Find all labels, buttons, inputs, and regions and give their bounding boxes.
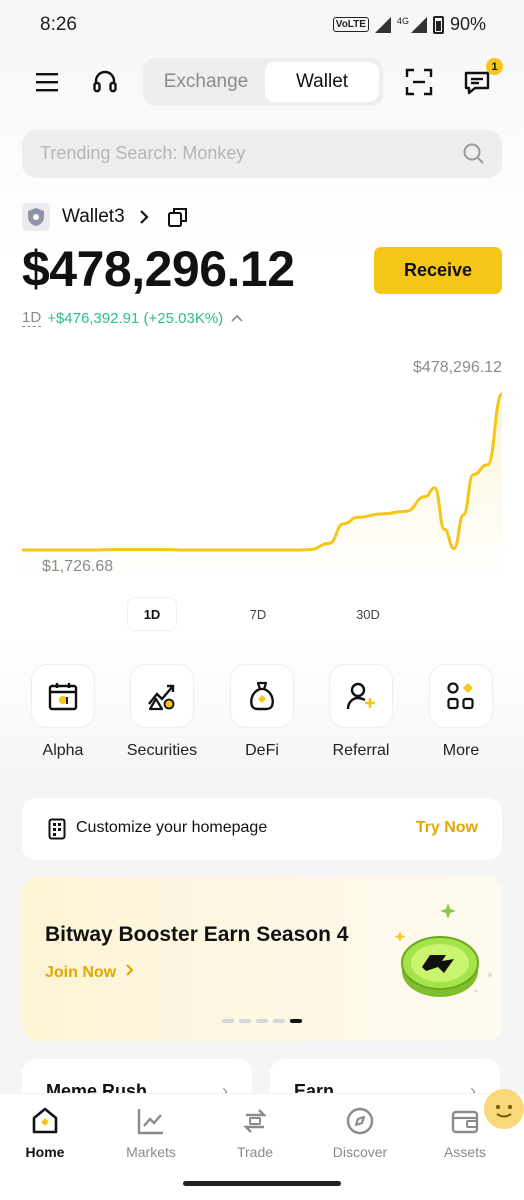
status-right: VoLTE 4G 90% [332, 14, 486, 35]
volte-indicator: VoLTE [332, 17, 369, 32]
network-type: 4G [396, 15, 409, 26]
customize-label: Customize your homepage [76, 819, 268, 836]
total-balance: $478,296.12 [22, 241, 295, 297]
chart-area [22, 394, 502, 580]
page-dot-active[interactable] [290, 1019, 302, 1023]
signal-icon [374, 16, 391, 33]
quick-action-alpha[interactable]: Alpha [18, 664, 108, 760]
nav-home[interactable]: Home [0, 1104, 90, 1160]
wallet-home-screen: 8:26 VoLTE 4G 90% Exchange Wallet 1 Tren… [0, 0, 524, 1200]
range-tab-30d[interactable]: 30D [344, 598, 392, 630]
scan-icon[interactable] [402, 65, 436, 99]
referral-user-plus-icon [346, 682, 375, 710]
battery-icon [432, 15, 444, 34]
quick-action-securities[interactable]: Securities [117, 664, 207, 760]
pnl-value: +$476,392.91 (+25.03K%) [47, 309, 224, 327]
securities-chart-icon [148, 684, 175, 711]
pnl-period[interactable]: 1D [22, 309, 42, 327]
quick-action-referral[interactable]: Referral [316, 664, 406, 760]
chevron-right-icon [139, 210, 149, 224]
signal-icon-2 [410, 16, 427, 33]
page-dot[interactable] [222, 1019, 234, 1023]
banner-pagination [222, 1019, 302, 1023]
join-now-link[interactable]: Join Now [45, 963, 135, 982]
booster-coin-icon [394, 903, 492, 997]
headset-icon[interactable] [88, 65, 122, 99]
wallet-name: Wallet3 [62, 206, 125, 227]
quick-action-label: More [442, 742, 480, 759]
wallet-avatar-icon [22, 203, 50, 231]
customize-icon [48, 818, 66, 840]
discover-compass-icon [346, 1107, 374, 1135]
customize-homepage-card[interactable]: Customize your homepage Try Now [22, 798, 502, 860]
quick-action-defi[interactable]: DeFi [217, 664, 307, 760]
search-bar[interactable]: Trending Search: Monkey [22, 130, 502, 178]
menu-icon[interactable] [30, 65, 64, 99]
tab-wallet[interactable]: Wallet [265, 62, 379, 102]
gesture-bar [183, 1181, 341, 1186]
banner-title: Bitway Booster Earn Season 4 [45, 923, 349, 946]
nav-label: Trade [236, 1144, 274, 1160]
mascot-icon[interactable] [480, 1085, 524, 1133]
quick-action-label: DeFi [245, 742, 279, 759]
nav-discover[interactable]: Discover [315, 1104, 405, 1160]
receive-button[interactable]: Receive [374, 247, 502, 294]
quick-action-label: Securities [126, 742, 198, 759]
quick-action-label: Referral [332, 742, 390, 759]
alpha-calendar-icon [48, 683, 78, 711]
quick-action-more[interactable]: More [416, 664, 506, 760]
exchange-wallet-switch: Exchange Wallet [143, 58, 383, 106]
more-icon-box [429, 664, 493, 728]
defi-bag-icon [250, 681, 274, 711]
battery-percent: 90% [449, 14, 486, 34]
tab-exchange[interactable]: Exchange [147, 62, 265, 102]
chevron-right-icon [125, 964, 134, 976]
messages-badge: 1 [486, 58, 503, 75]
page-dot[interactable] [273, 1019, 285, 1023]
markets-icon [137, 1109, 163, 1135]
range-tab-1d[interactable]: 1D [128, 598, 176, 630]
search-placeholder: Trending Search: Monkey [40, 143, 246, 163]
securities-icon-box [130, 664, 194, 728]
pnl-row: 1D +$476,392.91 (+25.03K%) [22, 309, 243, 327]
quick-action-label: Alpha [42, 742, 84, 759]
nav-markets[interactable]: Markets [106, 1104, 196, 1160]
try-now-link[interactable]: Try Now [416, 819, 478, 837]
more-grid-icon [447, 682, 474, 710]
home-icon [32, 1107, 58, 1134]
trade-icon [243, 1109, 267, 1133]
chart-low-label: $1,726.68 [42, 558, 114, 575]
page-dot[interactable] [239, 1019, 251, 1023]
balance-chart [22, 392, 504, 580]
search-icon [463, 143, 484, 164]
caret-up-icon[interactable] [231, 314, 243, 322]
page-dot[interactable] [256, 1019, 268, 1023]
referral-icon-box [329, 664, 393, 728]
copy-icon[interactable] [167, 206, 189, 228]
status-bar: 8:26 VoLTE 4G 90% [0, 0, 524, 52]
join-now-label: Join Now [45, 964, 117, 981]
alpha-icon-box [31, 664, 95, 728]
nav-label: Home [25, 1144, 65, 1160]
wallet-selector[interactable]: Wallet3 [22, 202, 189, 232]
promo-banner[interactable]: Bitway Booster Earn Season 4 Join Now [22, 877, 502, 1041]
range-tab-7d[interactable]: 7D [234, 598, 282, 630]
nav-label: Markets [126, 1144, 176, 1160]
nav-label: Assets [443, 1144, 486, 1160]
assets-wallet-icon [451, 1110, 479, 1134]
status-time: 8:26 [40, 14, 77, 35]
nav-trade[interactable]: Trade [210, 1104, 300, 1160]
nav-label: Discover [332, 1144, 388, 1160]
defi-icon-box [230, 664, 294, 728]
